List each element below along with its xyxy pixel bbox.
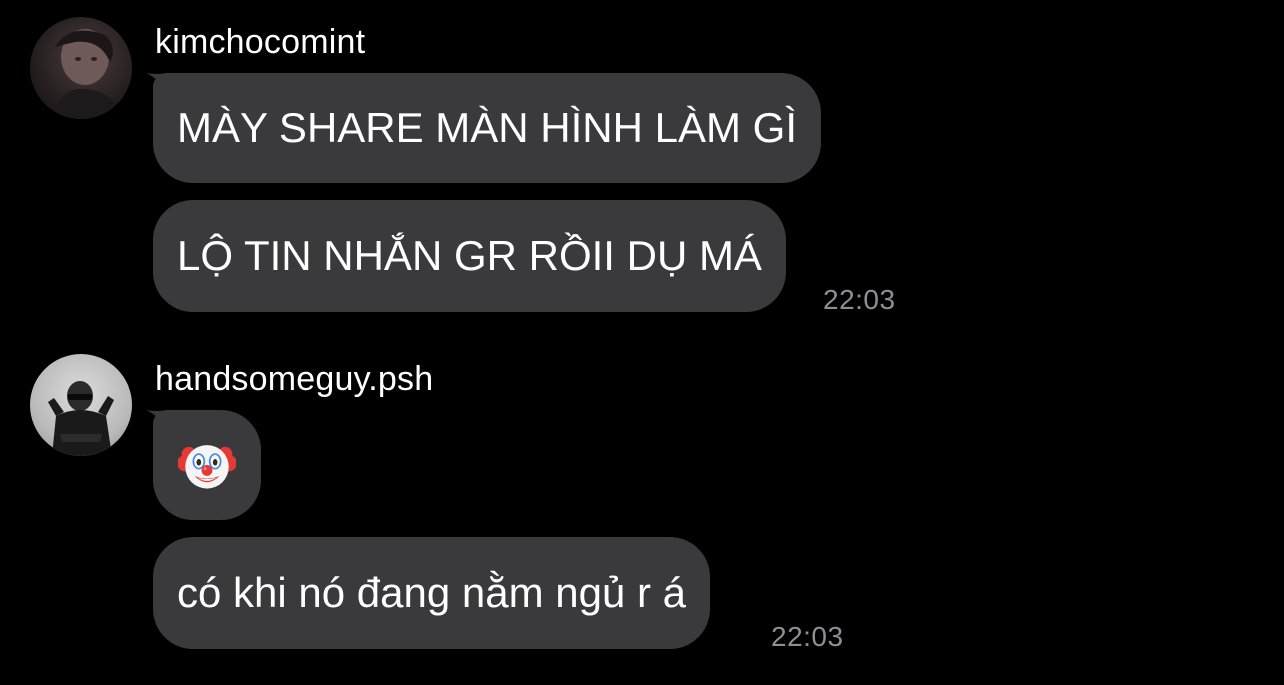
message-bubble[interactable] [153, 410, 261, 520]
avatar-image [30, 17, 132, 119]
message-text: MÀY SHARE MÀN HÌNH LÀM GÌ [177, 104, 797, 151]
message-text: có khi nó đang nằm ngủ r á [177, 569, 687, 616]
message-timestamp: 22:03 [771, 621, 844, 652]
message-text: LỘ TIN NHẮN GR RỒII DỤ MÁ [177, 232, 762, 279]
message-bubble[interactable]: có khi nó đang nằm ngủ r á [153, 537, 711, 649]
message-bubble[interactable]: MÀY SHARE MÀN HÌNH LÀM GÌ [153, 73, 821, 183]
sender-username[interactable]: handsomeguy.psh [155, 359, 433, 399]
message-timestamp: 22:03 [823, 284, 896, 315]
sender-username[interactable]: kimchocomint [155, 22, 365, 62]
message-bubble[interactable]: LỘ TIN NHẮN GR RỒII DỤ MÁ [153, 200, 786, 312]
avatar-image [30, 354, 132, 456]
user-avatar[interactable] [30, 354, 132, 456]
clown-face-emoji [178, 445, 236, 489]
user-avatar[interactable] [30, 17, 132, 119]
